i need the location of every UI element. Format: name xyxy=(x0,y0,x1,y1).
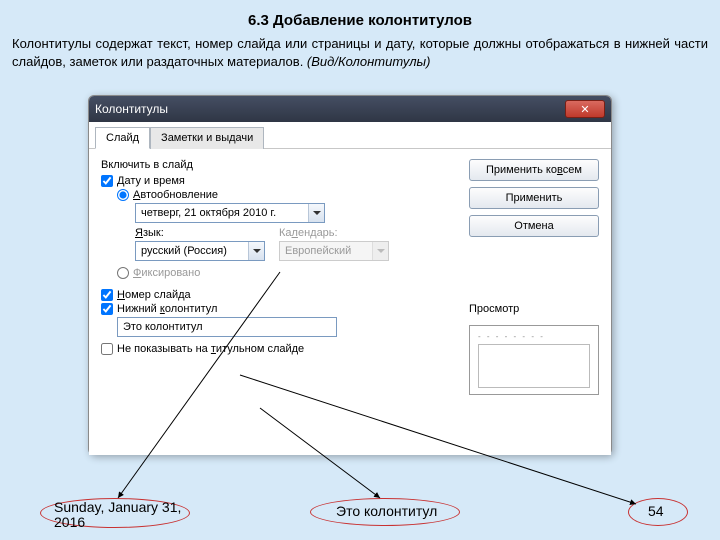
right-column: Применить ко всем Применить Отмена Просм… xyxy=(469,159,599,445)
datetime-checkbox[interactable] xyxy=(101,175,113,187)
preview-box: - - - - - - - - xyxy=(469,325,599,395)
slide-number-label: Номер слайда xyxy=(117,289,191,301)
footer-row: Нижний колонтитул xyxy=(101,303,459,315)
description-text: Колонтитулы содержат текст, номер слайда… xyxy=(0,35,720,78)
calendar-select: Европейский xyxy=(279,241,389,261)
apply-button[interactable]: Применить xyxy=(469,187,599,209)
dialog-titlebar: Колонтитулы ✕ xyxy=(89,96,611,122)
footer-center-text: Это колонтитул xyxy=(336,503,437,519)
date-format-select[interactable]: четверг, 21 октября 2010 г. xyxy=(135,203,325,223)
section-title: 6.3 Добавление колонтитулов xyxy=(0,0,720,35)
lang-cal-selects-row: русский (Россия) Европейский xyxy=(135,241,459,261)
preview-label: Просмотр xyxy=(469,303,599,315)
include-in-slide-label: Включить в слайд xyxy=(101,159,459,171)
chevron-down-icon xyxy=(248,242,264,260)
slide-number-checkbox[interactable] xyxy=(101,289,113,301)
language-select[interactable]: русский (Россия) xyxy=(135,241,265,261)
auto-update-label: Автообновление xyxy=(133,189,218,201)
language-label: Язык: xyxy=(135,227,265,239)
footer-checkbox[interactable] xyxy=(101,303,113,315)
slide-number-row: Номер слайда xyxy=(101,289,459,301)
footer-label: Нижний колонтитул xyxy=(117,303,217,315)
tab-slide[interactable]: Слайд xyxy=(95,127,150,149)
calendar-label: Календарь: xyxy=(279,227,338,239)
headers-footers-dialog: Колонтитулы ✕ Слайд Заметки и выдачи Вкл… xyxy=(88,95,612,455)
tab-strip: Слайд Заметки и выдачи xyxy=(89,122,611,149)
hide-title-row: Не показывать на титульном слайде xyxy=(101,343,459,355)
date-select-row: четверг, 21 октября 2010 г. xyxy=(135,203,459,223)
datetime-label: Дату и время xyxy=(117,175,185,187)
fixed-row: Фиксировано xyxy=(117,267,459,279)
footer-page-number: 54 xyxy=(648,503,664,519)
tab-notes-handouts[interactable]: Заметки и выдачи xyxy=(150,127,264,149)
preview-inner xyxy=(478,344,590,388)
footer-text-input[interactable] xyxy=(117,317,337,337)
datetime-row: Дату и время xyxy=(101,175,459,187)
hide-title-checkbox[interactable] xyxy=(101,343,113,355)
left-column: Включить в слайд Дату и время Автообновл… xyxy=(101,159,459,445)
close-button[interactable]: ✕ xyxy=(565,100,605,118)
dialog-title: Колонтитулы xyxy=(95,102,565,116)
fixed-radio[interactable] xyxy=(117,267,129,279)
calendar-value: Европейский xyxy=(280,245,372,257)
footer-input-row xyxy=(117,317,459,337)
chevron-down-icon xyxy=(372,242,388,260)
footer-date-text: Sunday, January 31, 2016 xyxy=(54,500,184,531)
chevron-down-icon xyxy=(308,204,324,222)
apply-all-button[interactable]: Применить ко всем xyxy=(469,159,599,181)
dialog-body: Включить в слайд Дату и время Автообновл… xyxy=(89,149,611,455)
cancel-button[interactable]: Отмена xyxy=(469,215,599,237)
language-value: русский (Россия) xyxy=(136,245,248,257)
auto-update-row: Автообновление xyxy=(117,189,459,201)
lang-cal-labels-row: Язык: Календарь: xyxy=(135,227,459,239)
date-format-value: четверг, 21 октября 2010 г. xyxy=(136,207,308,219)
close-icon: ✕ xyxy=(580,103,589,116)
description-menu-path: (Вид/Колонтитулы) xyxy=(307,54,431,69)
fixed-label: Фиксировано xyxy=(133,267,200,279)
preview-dashes: - - - - - - - - xyxy=(478,332,590,341)
auto-update-radio[interactable] xyxy=(117,189,129,201)
hide-title-label: Не показывать на титульном слайде xyxy=(117,343,304,355)
